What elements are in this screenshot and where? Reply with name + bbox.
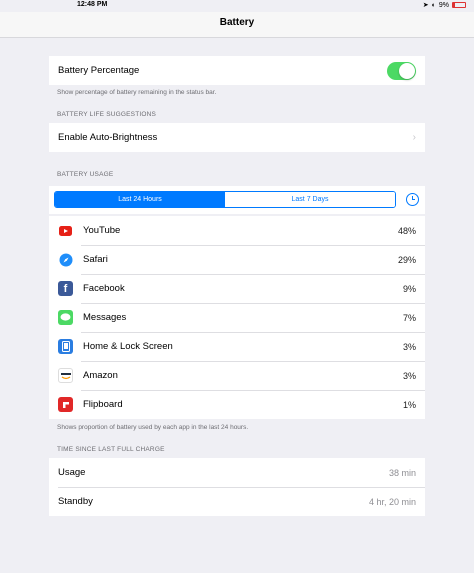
app-name: Safari — [83, 254, 108, 265]
battery-usage-header: BATTERY USAGE — [57, 171, 114, 178]
app-row-home-lock-screen[interactable]: Home & Lock Screen 3% — [49, 332, 425, 361]
suggestions-header: BATTERY LIFE SUGGESTIONS — [57, 111, 157, 118]
usage-period-segmented-control: Last 24 Hours Last 7 Days — [54, 191, 396, 208]
battery-percentage-row: Battery Percentage — [49, 56, 425, 85]
app-row-amazon[interactable]: Amazon 3% — [49, 361, 425, 390]
battery-percentage-footer: Show percentage of battery remaining in … — [57, 89, 217, 96]
app-row-facebook[interactable]: f Facebook 9% — [49, 274, 425, 303]
battery-percent-text: 9% — [438, 1, 449, 9]
battery-icon — [452, 2, 466, 8]
battery-percentage-group: Battery Percentage — [49, 56, 425, 85]
app-name: Flipboard — [83, 399, 123, 410]
standby-time-label: Standby — [58, 496, 93, 507]
location-icon: ➤ — [422, 2, 429, 9]
page-title: Battery — [219, 17, 255, 28]
youtube-icon — [58, 223, 73, 238]
app-name: YouTube — [83, 225, 121, 236]
facebook-icon: f — [58, 281, 73, 296]
app-name: Messages — [83, 312, 127, 323]
amazon-icon — [58, 368, 73, 383]
headphones-icon: ◐ — [431, 1, 436, 9]
app-percent: 9% — [402, 283, 416, 294]
status-bar: 12:48 PM ➤ ◐ 9% — [0, 0, 474, 12]
usage-time-value: 38 min — [388, 467, 416, 478]
chevron-right-icon: › — [412, 132, 416, 143]
app-row-safari[interactable]: Safari 29% — [49, 245, 425, 274]
app-percent: 7% — [402, 312, 416, 323]
segment-last-24-hours[interactable]: Last 24 Hours — [55, 192, 225, 207]
app-row-messages[interactable]: Messages 7% — [49, 303, 425, 332]
navigation-bar: Battery — [0, 12, 474, 38]
battery-percentage-toggle[interactable] — [387, 61, 416, 80]
status-indicators: ➤ ◐ 9% — [423, 1, 466, 9]
app-percent: 1% — [402, 399, 416, 410]
charge-header: TIME SINCE LAST FULL CHARGE — [57, 446, 165, 453]
app-usage-list: YouTube 48% Safari 29% f Facebook 9% Mes… — [49, 216, 425, 419]
toggle-knob — [399, 62, 415, 79]
usage-time-row: Usage 38 min — [49, 458, 425, 487]
charge-group: Usage 38 min Standby 4 hr, 20 min — [49, 458, 425, 516]
app-row-youtube[interactable]: YouTube 48% — [49, 216, 425, 245]
home-lock-screen-icon — [58, 339, 73, 354]
app-percent: 3% — [402, 370, 416, 381]
battery-percentage-label: Battery Percentage — [58, 65, 140, 76]
status-time: 12:48 PM — [77, 1, 108, 8]
auto-brightness-label: Enable Auto-Brightness — [58, 132, 158, 143]
battery-usage-footer: Shows proportion of battery used by each… — [57, 424, 249, 431]
usage-time-label: Usage — [58, 467, 86, 478]
app-name: Amazon — [83, 370, 118, 381]
standby-time-row: Standby 4 hr, 20 min — [49, 487, 425, 516]
safari-icon — [58, 252, 73, 267]
messages-icon — [58, 310, 73, 325]
auto-brightness-row[interactable]: Enable Auto-Brightness › — [49, 123, 425, 152]
flipboard-icon — [58, 397, 73, 412]
app-percent: 29% — [397, 254, 416, 265]
suggestions-group: Enable Auto-Brightness › — [49, 123, 425, 152]
segment-last-7-days[interactable]: Last 7 Days — [225, 192, 395, 207]
app-percent: 3% — [402, 341, 416, 352]
app-name: Facebook — [83, 283, 125, 294]
app-row-flipboard[interactable]: Flipboard 1% — [49, 390, 425, 419]
standby-time-value: 4 hr, 20 min — [368, 496, 416, 507]
app-percent: 48% — [397, 225, 416, 236]
clock-icon[interactable] — [406, 193, 419, 206]
app-name: Home & Lock Screen — [83, 341, 173, 352]
